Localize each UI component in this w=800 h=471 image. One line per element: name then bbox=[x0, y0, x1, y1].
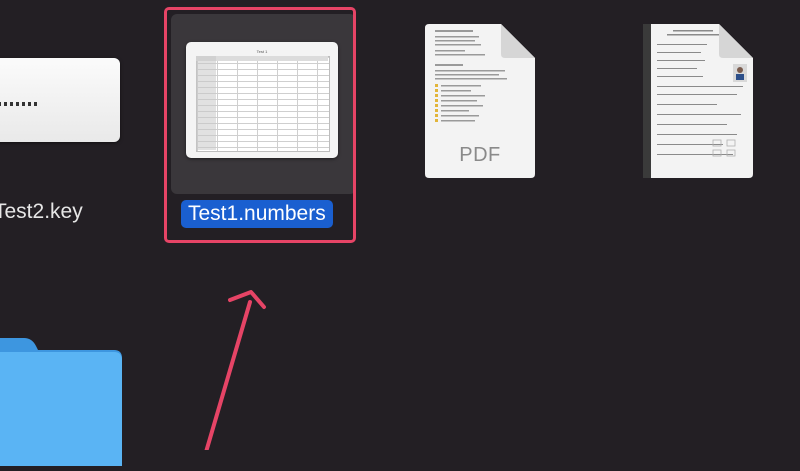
folder-icon[interactable] bbox=[0, 336, 122, 466]
pdf-file-icon[interactable]: PDF bbox=[425, 24, 535, 178]
pdf-form-file-icon[interactable] bbox=[643, 24, 753, 178]
annotation-highlight-box bbox=[164, 7, 356, 243]
pdf-badge: PDF bbox=[459, 144, 501, 166]
keynote-file-thumbnail[interactable] bbox=[0, 58, 120, 142]
keynote-file-name[interactable]: Test2.key bbox=[0, 200, 83, 224]
document-page-icon bbox=[643, 24, 753, 178]
slide-text-placeholder bbox=[0, 102, 38, 106]
